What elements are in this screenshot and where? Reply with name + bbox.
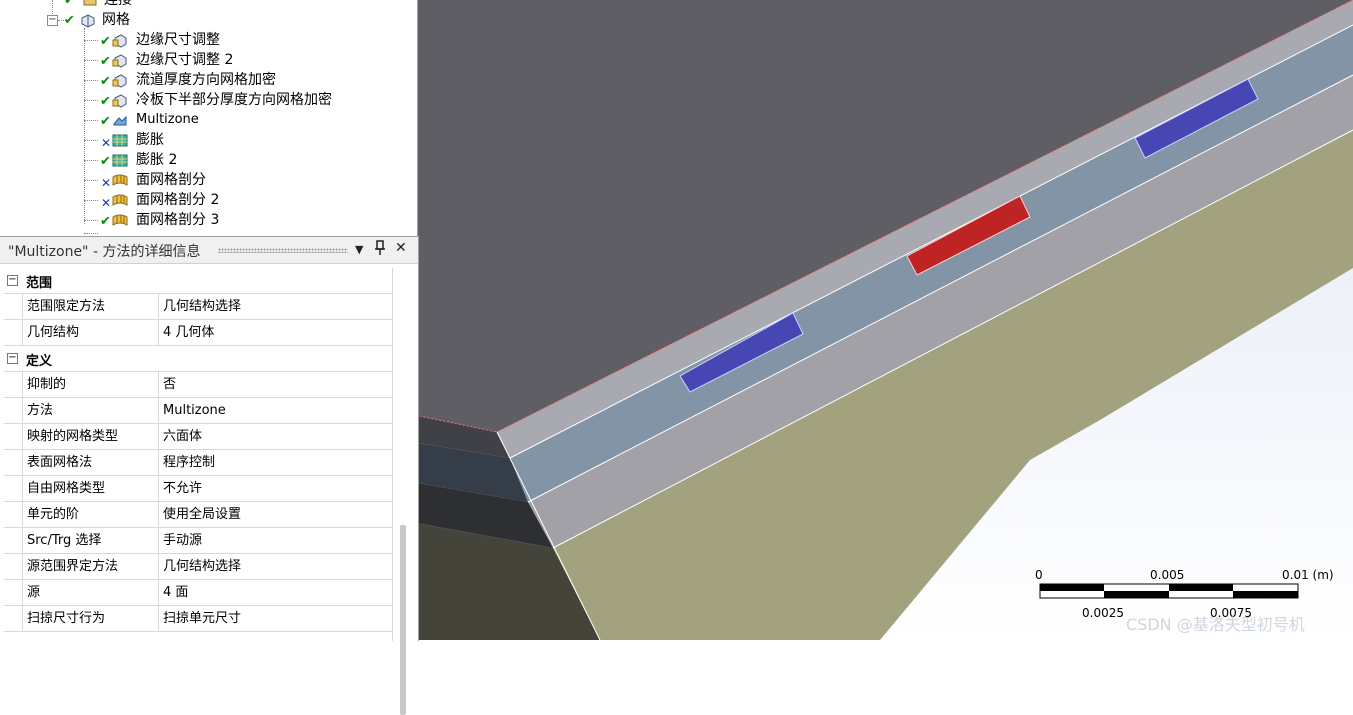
mesh-icon xyxy=(81,14,95,28)
group-label: 范围 xyxy=(26,276,53,291)
property-value[interactable]: Multizone xyxy=(159,398,226,423)
tree-node-label: 面网格剖分 2 xyxy=(136,192,220,208)
property-row[interactable]: 映射的网格类型 六面体 xyxy=(4,424,393,450)
property-value[interactable]: 否 xyxy=(159,372,176,397)
property-key: 抑制的 xyxy=(22,372,159,397)
details-grid[interactable]: − 范围 范围限定方法 几何结构选择 几何结构 4 几何体 − 定义 抑制的否方法 Multizo… xyxy=(4,268,393,632)
check-icon: ✔ xyxy=(100,74,111,89)
property-value[interactable]: 程序控制 xyxy=(159,450,215,475)
x-icon: ✕ xyxy=(101,136,112,150)
check-icon: ✔ xyxy=(100,114,111,129)
tree-node-label: 面网格剖分 xyxy=(136,172,206,188)
property-key: 源范围界定方法 xyxy=(22,554,159,579)
check-icon: ✔ xyxy=(100,54,111,69)
outline-tree[interactable]: ✔ 连接 − ✔ 网格 ✔ 边缘尺寸调整 ✔ 边缘尺寸调整 2 ✔ 流道厚度方向网格加密 ✔… xyxy=(0,0,418,236)
connections-icon xyxy=(83,0,97,6)
multizone-icon xyxy=(112,112,128,128)
check-icon: ✔ xyxy=(64,13,75,28)
dropdown-arrow-icon[interactable]: ▼ xyxy=(355,243,363,256)
tree-node-label: 边缘尺寸调整 2 xyxy=(136,52,234,68)
face-meshing-icon xyxy=(112,192,128,208)
property-row[interactable]: 单元的阶 使用全局设置 xyxy=(4,502,393,528)
x-icon: ✕ xyxy=(101,176,112,190)
property-value[interactable]: 不允许 xyxy=(159,476,202,501)
check-icon: ✔ xyxy=(100,154,111,169)
property-value[interactable]: 几何结构选择 xyxy=(159,294,241,319)
scale-label-00025: 0.0025 xyxy=(1082,606,1124,620)
tree-node-label: 连接 xyxy=(104,0,132,8)
property-key: 源 xyxy=(22,580,159,605)
details-title-bar: "Multizone" - 方法的详细信息 ▼ ✕ xyxy=(0,237,418,264)
scale-label-0005: 0.005 xyxy=(1150,568,1185,582)
property-key: 扫掠尺寸行为 xyxy=(22,606,159,631)
property-value[interactable]: 几何结构选择 xyxy=(159,554,241,579)
group-header[interactable]: − 定义 xyxy=(4,346,393,372)
property-row[interactable]: 方法 Multizone xyxy=(4,398,393,424)
details-panel[interactable]: "Multizone" - 方法的详细信息 ▼ ✕ − 范围 范围限定方法 几何结构选… xyxy=(0,236,419,715)
property-key: 映射的网格类型 xyxy=(22,424,159,449)
property-row[interactable]: 范围限定方法 几何结构选择 xyxy=(4,294,393,320)
tree-node-label: 流道厚度方向网格加密 xyxy=(136,72,276,88)
property-key: 单元的阶 xyxy=(22,502,159,527)
tree-node-label: 冷板下半部分厚度方向网格加密 xyxy=(136,92,332,108)
property-row[interactable]: 几何结构 4 几何体 xyxy=(4,320,393,346)
property-row[interactable]: 抑制的否 xyxy=(4,372,393,398)
check-icon: ✔ xyxy=(100,94,111,109)
tree-node-label: 面网格剖分 3 xyxy=(136,212,220,228)
property-key: 范围限定方法 xyxy=(22,294,159,319)
close-icon[interactable]: ✕ xyxy=(395,240,407,256)
check-icon: ✔ xyxy=(100,214,111,229)
pin-icon[interactable] xyxy=(374,240,386,260)
property-row[interactable]: 源范围界定方法 几何结构选择 xyxy=(4,554,393,580)
scale-label-0: 0 xyxy=(1035,568,1043,582)
collapse-toggle[interactable]: − xyxy=(7,353,18,364)
face-meshing-icon xyxy=(112,212,128,228)
sizing-icon xyxy=(112,72,128,88)
watermark: CSDN @基洛夫型初号机 xyxy=(1126,615,1305,634)
property-key: 表面网格法 xyxy=(22,450,159,475)
property-row[interactable]: 表面网格法 程序控制 xyxy=(4,450,393,476)
property-row[interactable]: 自由网格类型 不允许 xyxy=(4,476,393,502)
tree-node-label: 膨胀 2 xyxy=(136,152,178,168)
property-row[interactable]: 扫掠尺寸行为 扫掠单元尺寸 xyxy=(4,606,393,632)
sizing-icon xyxy=(112,32,128,48)
property-key: 几何结构 xyxy=(22,320,159,345)
property-key: 自由网格类型 xyxy=(22,476,159,501)
inflation-icon xyxy=(112,132,128,148)
details-title: "Multizone" - 方法的详细信息 xyxy=(8,244,201,260)
sizing-icon xyxy=(112,52,128,68)
collapse-toggle[interactable]: − xyxy=(7,275,18,286)
property-key: 方法 xyxy=(22,398,159,423)
group-header[interactable]: − 范围 xyxy=(4,268,393,294)
sizing-icon xyxy=(112,92,128,108)
tree-node-label: 网格 xyxy=(102,12,130,28)
property-row[interactable]: Src/Trg 选择 手动源 xyxy=(4,528,393,554)
x-icon: ✕ xyxy=(101,196,112,210)
check-icon: ✔ xyxy=(64,0,75,8)
tree-node-label: 边缘尺寸调整 xyxy=(136,32,220,48)
property-value[interactable]: 使用全局设置 xyxy=(159,502,241,527)
face-meshing-icon xyxy=(112,172,128,188)
property-value[interactable]: 六面体 xyxy=(159,424,202,449)
collapse-toggle[interactable]: − xyxy=(47,15,58,26)
group-label: 定义 xyxy=(26,354,53,369)
details-scrollbar[interactable] xyxy=(400,525,406,715)
property-value[interactable]: 4 面 xyxy=(159,580,188,605)
tree-node-label: Multizone xyxy=(136,112,199,127)
drag-grip[interactable] xyxy=(218,248,348,253)
property-value[interactable]: 扫掠单元尺寸 xyxy=(159,606,241,631)
inflation-icon xyxy=(112,152,128,168)
property-key: Src/Trg 选择 xyxy=(22,528,159,553)
scale-bar xyxy=(1039,583,1299,599)
scale-label-001: 0.01 (m) xyxy=(1282,568,1334,582)
property-row[interactable]: 源4 面 xyxy=(4,580,393,606)
check-icon: ✔ xyxy=(100,34,111,49)
property-value[interactable]: 4 几何体 xyxy=(159,320,214,345)
property-value[interactable]: 手动源 xyxy=(159,528,202,553)
tree-node-label: 膨胀 xyxy=(136,132,164,148)
